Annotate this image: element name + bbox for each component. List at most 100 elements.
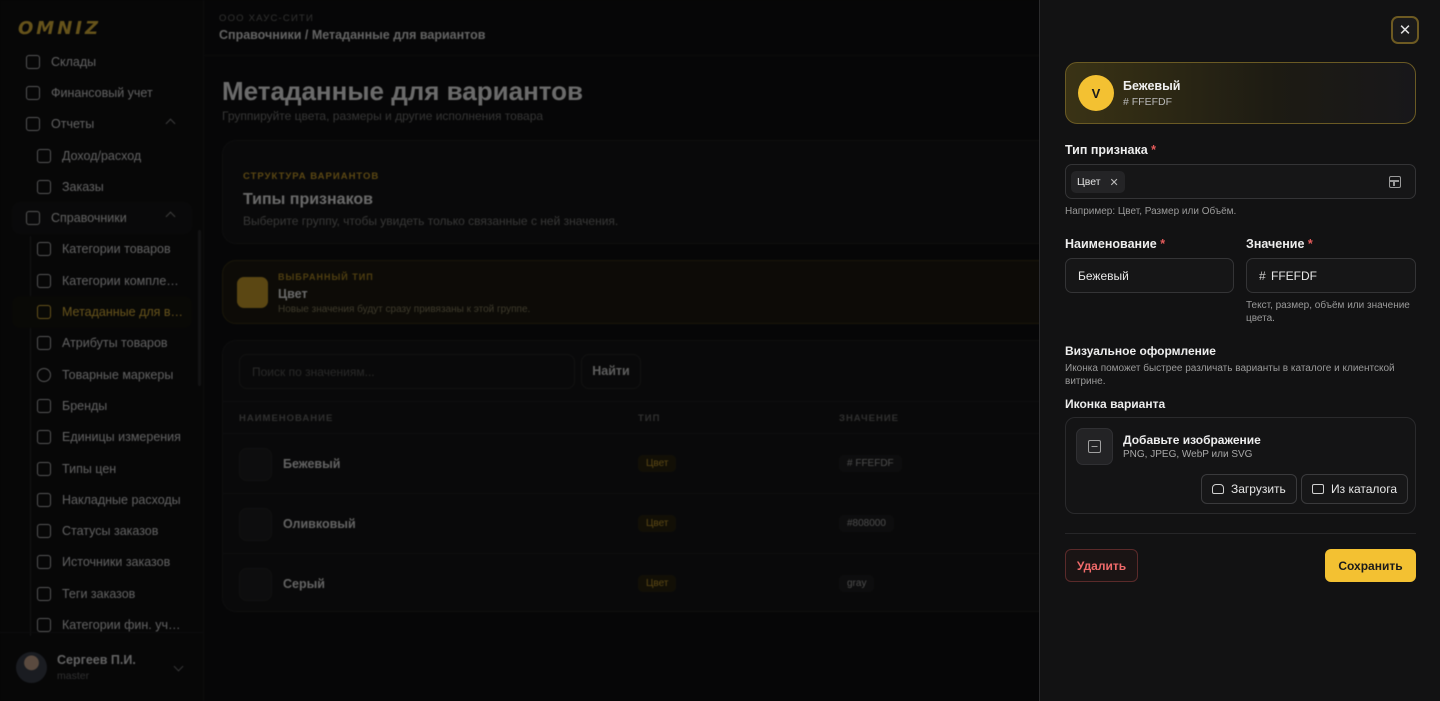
image-upload-box: Добавьте изображение PNG, JPEG, WebP или…	[1065, 417, 1416, 514]
cloud-upload-icon	[1212, 484, 1224, 494]
logo[interactable]: OMNIZ	[18, 18, 101, 39]
price-icon	[37, 461, 51, 476]
variant-preview-card: V Бежевый # FFEFDF	[1065, 62, 1416, 124]
sidebar-item-brands[interactable]: Бренды	[0, 390, 204, 421]
avatar	[16, 651, 47, 683]
invoice-icon	[37, 492, 51, 507]
sidebar-item-variant-metadata[interactable]: Метаданные для в…	[12, 296, 192, 328]
column-header-type: ТИП	[638, 413, 661, 424]
sidebar-item-product-categories[interactable]: Категории товаров	[0, 234, 204, 265]
circle-icon	[37, 367, 51, 382]
type-label: Тип признака *	[1065, 143, 1157, 157]
name-label: Наименование *	[1065, 237, 1166, 251]
page-title: Метаданные для вариантов	[222, 76, 584, 106]
visual-section-title: Визуальное оформление	[1065, 344, 1216, 358]
breadcrumb: Справочники / Метаданные для вариантов	[219, 28, 486, 42]
table-icon[interactable]	[1389, 176, 1401, 188]
find-button[interactable]: Найти	[581, 354, 641, 389]
column-header-name: НАИМЕНОВАНИЕ	[239, 413, 334, 424]
status-icon	[37, 524, 51, 539]
sidebar-item-reports[interactable]: Отчеты	[0, 109, 204, 140]
hierarchy-icon	[37, 273, 51, 288]
sidebar-item-product-markers[interactable]: Товарные маркеры	[0, 359, 204, 390]
type-select[interactable]: Цвет ✕	[1065, 164, 1416, 199]
sidebar: OMNIZ Склады Финансовый учет Отчеты Дохо…	[0, 0, 204, 701]
sidebar-item-order-statuses[interactable]: Статусы заказов	[0, 515, 204, 546]
sidebar-item-kit-categories[interactable]: Категории компле…	[0, 265, 204, 296]
value-label: Значение *	[1246, 237, 1313, 251]
row-type-badge: Цвет	[638, 575, 677, 592]
close-button[interactable]: ✕	[1391, 16, 1419, 44]
chevron-up-icon	[165, 118, 176, 129]
divider	[1065, 533, 1416, 534]
name-input[interactable]: Бежевый	[1065, 258, 1234, 293]
sidebar-nav: Склады Финансовый учет Отчеты Доход/расх…	[0, 46, 204, 636]
value-input[interactable]: # FFEFDF	[1246, 258, 1416, 293]
preview-name: Бежевый	[1123, 79, 1181, 93]
folder-open-icon	[1312, 484, 1324, 494]
row-type-badge: Цвет	[638, 515, 677, 532]
signpost-icon	[37, 555, 51, 570]
edit-variant-drawer: ✕ V Бежевый # FFEFDF Тип признака * Цвет…	[1039, 0, 1440, 701]
chevron-up-icon	[165, 212, 176, 222]
bank-icon	[37, 148, 51, 163]
book-icon	[26, 211, 40, 226]
user-name: Сергеев П.И.	[57, 652, 136, 667]
upload-title: Добавьте изображение	[1123, 433, 1261, 447]
type-chip: Цвет ✕	[1071, 171, 1125, 193]
selected-type-title: Цвет	[278, 287, 308, 301]
sidebar-item-finance[interactable]: Финансовый учет	[0, 77, 204, 108]
icon-section-title: Иконка варианта	[1065, 397, 1166, 411]
visual-section-subtitle: Иконка поможет быстрее различать вариант…	[1065, 363, 1395, 387]
sidebar-item-order-sources[interactable]: Источники заказов	[0, 547, 204, 578]
hash-prefix: #	[1259, 269, 1266, 283]
reports-icon	[26, 117, 40, 132]
user-role: master	[57, 669, 90, 682]
sidebar-item-overhead[interactable]: Накладные расходы	[0, 484, 204, 515]
remove-chip-icon[interactable]: ✕	[1110, 176, 1119, 189]
row-name: Оливковый	[283, 517, 356, 531]
sidebar-item-order-tags[interactable]: Теги заказов	[0, 578, 204, 609]
row-value: # FFEFDF	[839, 455, 902, 472]
sidebar-item-income-expense[interactable]: Доход/расход	[0, 140, 204, 171]
folder-icon	[37, 617, 51, 632]
sidebar-item-orders[interactable]: Заказы	[0, 171, 204, 202]
page-subtitle: Группируйте цвета, размеры и другие испо…	[222, 109, 544, 123]
structure-subtitle: Выберите группу, чтобы увидеть только св…	[243, 214, 619, 228]
close-icon: ✕	[1398, 21, 1412, 39]
row-value: gray	[839, 575, 875, 592]
selected-type-subtitle: Новые значения будут сразу привязаны к э…	[278, 304, 531, 315]
sidebar-item-price-types[interactable]: Типы цен	[0, 453, 204, 484]
image-placeholder-icon	[239, 508, 272, 541]
warehouse-icon	[26, 54, 40, 69]
structure-title: Типы признаков	[243, 191, 373, 208]
sidebar-item-references[interactable]: Справочники	[12, 202, 192, 234]
value-hint: Текст, размер, объём или значение цвета.	[1246, 300, 1410, 324]
row-value: #808000	[839, 515, 894, 532]
chevron-down-icon	[173, 661, 184, 672]
finance-icon	[26, 85, 40, 100]
row-type-badge: Цвет	[638, 455, 677, 472]
save-button[interactable]: Сохранить	[1325, 549, 1416, 582]
upload-button[interactable]: Загрузить	[1201, 474, 1297, 504]
delete-button[interactable]: Удалить	[1065, 549, 1138, 582]
sidebar-item-units[interactable]: Единицы измерения	[0, 422, 204, 453]
bookmark-icon	[37, 398, 51, 413]
sidebar-item-warehouses[interactable]: Склады	[0, 46, 204, 77]
preview-hex: # FFEFDF	[1123, 96, 1172, 108]
column-header-value: ЗНАЧЕНИЕ	[839, 413, 899, 424]
row-name: Бежевый	[283, 457, 341, 471]
structure-tag: СТРУКТУРА ВАРИАНТОВ	[243, 171, 380, 182]
tree-icon	[37, 242, 51, 257]
image-placeholder-icon	[239, 568, 272, 601]
search-input[interactable]: Поиск по значениям...	[239, 354, 575, 389]
row-name: Серый	[283, 577, 325, 591]
user-menu[interactable]: Сергеев П.И. master	[0, 632, 204, 701]
sidebar-item-product-attributes[interactable]: Атрибуты товаров	[0, 328, 204, 359]
type-hint: Например: Цвет, Размер или Объём.	[1065, 206, 1237, 217]
tag-icon	[37, 586, 51, 601]
ruler-icon	[37, 430, 51, 445]
company-name: ООО ХАУС-СИТИ	[219, 13, 315, 24]
image-placeholder-icon	[239, 448, 272, 481]
from-catalog-button[interactable]: Из каталога	[1301, 474, 1409, 504]
